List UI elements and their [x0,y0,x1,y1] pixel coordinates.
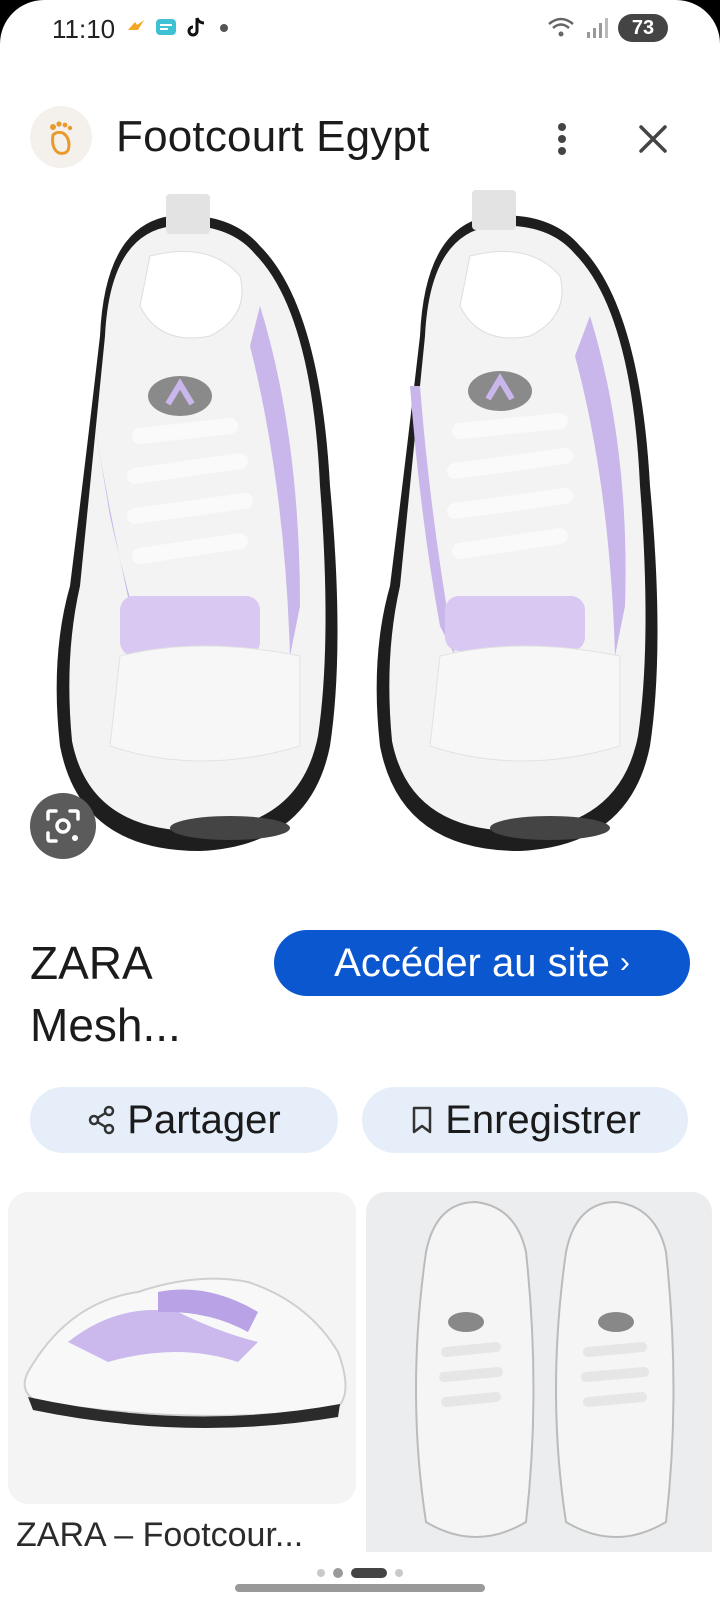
weather-icon [128,20,144,30]
status-bar: 11:10 73 [0,0,720,64]
lens-icon [46,809,80,843]
notification-dot [220,24,228,32]
page-dot-active [351,1568,387,1578]
system-status: 73 [546,14,668,42]
top-view-sneakers-image [415,1200,675,1538]
related-caption[interactable]: ZARA – Footcour... [8,1516,356,1555]
site-logo [30,106,92,168]
visit-site-label: Accéder au site [334,940,610,985]
bookmark-icon [412,1106,432,1134]
chevron-right-icon: › [619,946,630,979]
tiktok-icon [187,17,205,37]
wifi-icon [548,17,574,37]
share-button[interactable]: Partager [30,1087,338,1153]
related-thumbnail[interactable] [366,1192,712,1552]
notification-icons [124,16,228,40]
save-button[interactable]: Enregistrer [362,1087,688,1153]
related-thumbnail[interactable] [8,1192,356,1504]
visit-site-button[interactable]: Accéder au site › [274,930,690,996]
page-dot [395,1569,403,1577]
close-button[interactable] [628,114,678,164]
more-options-button[interactable] [540,114,584,164]
product-title: ZARA Mesh... [30,937,181,1051]
side-view-sneaker-image [23,1277,347,1428]
result-header: Footcourt Egypt [0,100,720,176]
site-title[interactable]: Footcourt Egypt [116,112,430,162]
share-icon [89,1105,115,1135]
chat-icon [156,19,176,35]
related-result-card[interactable] [366,1192,712,1552]
related-result-card[interactable]: ZARA – Footcour... [8,1192,356,1555]
battery-indicator: 73 [618,14,668,42]
main-product-image[interactable] [0,186,720,876]
left-sneaker [56,194,338,851]
save-label: Enregistrer [445,1097,641,1142]
right-sneaker [376,190,658,851]
status-time: 11:10 [52,14,116,44]
page-dot [333,1568,343,1578]
sneakers-pair-image [56,190,658,851]
footprint-logo-icon [50,121,73,155]
gesture-nav-bar[interactable] [235,1584,485,1592]
close-icon [639,125,667,153]
page-dot [317,1569,325,1577]
screen: 11:10 73 Footcourt Egypt ZARA Mesh... Ac… [0,0,720,1600]
signal-icon [587,18,608,38]
share-label: Partager [127,1097,281,1142]
google-lens-button[interactable] [30,793,96,859]
more-vert-icon [558,123,566,155]
page-indicator [0,1568,720,1578]
